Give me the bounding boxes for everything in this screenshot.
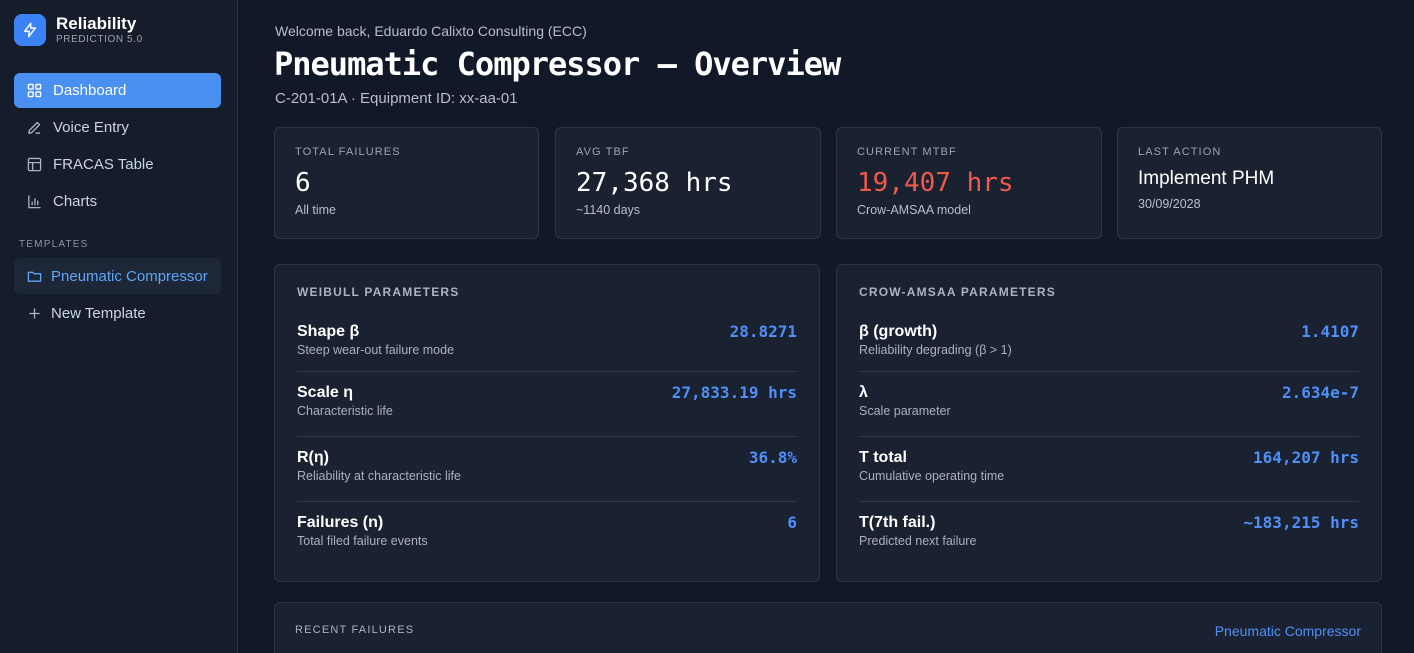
weibull-parameters-card: WEIBULL PARAMETERS Shape β Steep wear-out…: [274, 264, 820, 582]
template-label: New Template: [51, 304, 146, 322]
card-title: WEIBULL PARAMETERS: [297, 285, 460, 299]
bar-chart-icon: [26, 194, 42, 210]
equipment-subtitle: C-201-01A · Equipment ID: xx-aa-01: [275, 90, 518, 107]
app-name: Reliability: [56, 14, 137, 33]
param-value: 28.8271: [729, 322, 797, 341]
nav-label: Charts: [53, 193, 98, 210]
stat-sub: Crow-AMSAA model: [857, 203, 971, 217]
stat-label: TOTAL FAILURES: [295, 146, 401, 158]
page-title: Pneumatic Compressor — Overview: [274, 45, 841, 83]
param-desc: Reliability at characteristic life: [297, 469, 461, 483]
template-item-pneumatic-compressor[interactable]: Pneumatic Compressor: [14, 258, 221, 294]
param-name: Scale η: [297, 384, 354, 401]
new-template-button[interactable]: New Template: [14, 295, 221, 331]
nav-item-voice-entry[interactable]: Voice Entry: [14, 110, 221, 145]
folder-icon: [26, 268, 42, 284]
param-list: β (growth) Reliability degrading (β > 1) …: [859, 319, 1359, 567]
param-value: 1.4107: [1301, 322, 1359, 341]
param-name: Failures (n): [297, 514, 384, 531]
param-name: β (growth): [859, 323, 938, 340]
stat-card-avg-tbf: AVG TBF 27,368 hrs ~1140 days: [555, 127, 821, 239]
param-desc: Characteristic life: [297, 404, 393, 418]
nav-label: Voice Entry: [53, 119, 129, 136]
param-row: Failures (n) Total filed failure events 6: [297, 502, 797, 567]
param-value: ~183,215 hrs: [1243, 513, 1359, 532]
card-title: RECENT FAILURES: [295, 624, 415, 636]
card-title: CROW-AMSAA PARAMETERS: [859, 285, 1056, 299]
param-row: R(η) Reliability at characteristic life 3…: [297, 437, 797, 502]
param-name: R(η): [297, 449, 329, 466]
stat-sub: ~1140 days: [576, 203, 641, 217]
stat-value: 27,368 hrs: [576, 168, 733, 198]
sidebar: Reliability PREDICTION 5.0 Dashboard Voi…: [0, 0, 238, 653]
stat-sub: All time: [295, 203, 336, 217]
main-nav: Dashboard Voice Entry FRACAS Table Chart…: [14, 73, 221, 221]
param-name: Shape β: [297, 323, 360, 340]
param-name: T(7th fail.): [859, 514, 936, 531]
stat-card-current-mtbf: CURRENT MTBF 19,407 hrs Crow-AMSAA model: [836, 127, 1102, 239]
stat-label: LAST ACTION: [1138, 146, 1222, 158]
templates-section-label: TEMPLATES: [19, 239, 89, 250]
crow-amsaa-parameters-card: CROW-AMSAA PARAMETERS β (growth) Reliabil…: [836, 264, 1382, 582]
nav-item-dashboard[interactable]: Dashboard: [14, 73, 221, 108]
param-row: λ Scale parameter 2.634e-7: [859, 372, 1359, 437]
param-name: λ: [859, 384, 868, 401]
grid-icon: [26, 83, 42, 99]
nav-item-charts[interactable]: Charts: [14, 184, 221, 219]
templates-list: Pneumatic Compressor New Template: [14, 258, 221, 332]
pencil-icon: [26, 120, 42, 136]
stat-label: CURRENT MTBF: [857, 146, 957, 158]
stat-value: 19,407 hrs: [857, 168, 1014, 198]
nav-item-fracas-table[interactable]: FRACAS Table: [14, 147, 221, 182]
lightning-bolt-icon: [14, 14, 46, 46]
param-desc: Total filed failure events: [297, 534, 428, 548]
param-list: Shape β Steep wear-out failure mode 28.82…: [297, 319, 797, 567]
param-desc: Cumulative operating time: [859, 469, 1005, 483]
stat-value: 6: [295, 168, 311, 198]
app-version: PREDICTION 5.0: [56, 34, 143, 45]
welcome-message: Welcome back, Eduardo Calixto Consulting…: [275, 23, 587, 39]
table-icon: [26, 157, 42, 173]
param-value: 164,207 hrs: [1253, 448, 1359, 467]
brand[interactable]: Reliability PREDICTION 5.0: [14, 14, 143, 46]
param-name: T total: [859, 449, 907, 466]
param-row: Shape β Steep wear-out failure mode 28.82…: [297, 319, 797, 372]
param-value: 2.634e-7: [1281, 383, 1359, 402]
param-value: 36.8%: [748, 448, 797, 467]
param-row: T(7th fail.) Predicted next failure ~183,…: [859, 502, 1359, 567]
param-desc: Reliability degrading (β > 1): [859, 343, 1012, 357]
recent-failures-template-link[interactable]: Pneumatic Compressor: [1215, 623, 1361, 639]
param-desc: Scale parameter: [859, 404, 951, 418]
param-row: β (growth) Reliability degrading (β > 1) …: [859, 319, 1359, 372]
stat-card-last-action: LAST ACTION Implement PHM 30/09/2028: [1117, 127, 1382, 239]
stat-label: AVG TBF: [576, 146, 630, 158]
stat-sub: 30/09/2028: [1138, 197, 1201, 211]
param-desc: Predicted next failure: [859, 534, 977, 548]
recent-failures-card: RECENT FAILURES Pneumatic Compressor: [274, 602, 1382, 653]
nav-label: FRACAS Table: [53, 156, 154, 173]
param-value: 27,833.19 hrs: [671, 383, 797, 402]
template-label: Pneumatic Compressor: [51, 267, 208, 285]
stat-value: Implement PHM: [1138, 168, 1275, 189]
param-value: 6: [787, 513, 797, 532]
param-row: Scale η Characteristic life 27,833.19 hrs: [297, 372, 797, 437]
nav-label: Dashboard: [53, 82, 127, 99]
param-desc: Steep wear-out failure mode: [297, 343, 455, 357]
plus-icon: [26, 305, 42, 321]
param-row: T total Cumulative operating time 164,207…: [859, 437, 1359, 502]
stat-card-total-failures: TOTAL FAILURES 6 All time: [274, 127, 539, 239]
